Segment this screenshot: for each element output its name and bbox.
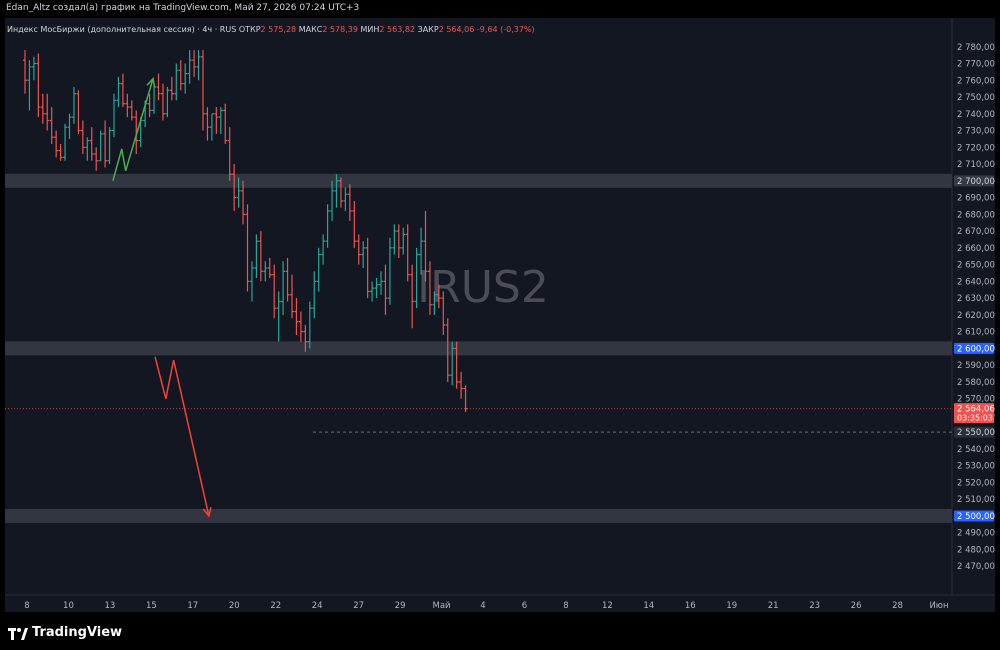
- y-tick-label: 2 610,00: [957, 328, 995, 338]
- y-tick-label: 2 470,00: [957, 562, 995, 572]
- legend-part: -9,64 (-0,37%): [477, 25, 535, 34]
- attribution-bar: Edan_Altz создал(а) график на TradingVie…: [0, 0, 1000, 18]
- x-tick-label: 20: [229, 601, 240, 611]
- legend-part: ЗАКР: [418, 25, 439, 34]
- legend-part: 2 578,39: [322, 25, 360, 34]
- y-tick-label: 2 680,00: [957, 210, 995, 220]
- x-tick-label: Май: [433, 601, 451, 611]
- legend-part: Индекс МосБиржи (дополнительная сессия) …: [7, 25, 239, 34]
- x-tick-label: 29: [395, 601, 406, 611]
- x-tick-label: 12: [602, 601, 613, 611]
- tradingview-logo[interactable]: TradingView: [8, 625, 122, 640]
- zone-resistance: [5, 173, 952, 188]
- y-tick-label: 2 510,00: [957, 495, 995, 505]
- y-tick-label: 2 770,00: [957, 60, 995, 70]
- y-tick-label: 2 750,00: [957, 93, 995, 103]
- x-tick-label: 26: [851, 601, 862, 611]
- price-label-zone: 2 700,00: [954, 175, 995, 187]
- price-label-blue: 2 500,00: [954, 510, 995, 522]
- y-tick-label: 2 740,00: [957, 110, 995, 120]
- x-tick-label: 8: [563, 601, 568, 611]
- y-tick-label: 2 640,00: [957, 277, 995, 287]
- x-tick-label: 8: [24, 601, 29, 611]
- footer-bar: [0, 612, 1000, 650]
- y-tick-label: 2 690,00: [957, 194, 995, 204]
- x-tick-label: 17: [187, 601, 198, 611]
- x-tick-label: 16: [685, 601, 696, 611]
- y-tick-label: 2 720,00: [957, 143, 995, 153]
- legend-part: МАКС: [299, 25, 323, 34]
- y-tick-label: 2 590,00: [957, 361, 995, 371]
- x-tick-label: 15: [146, 601, 157, 611]
- watermark: IRUS2: [417, 262, 549, 313]
- y-tick-label: 2 780,00: [957, 43, 995, 53]
- price-chart[interactable]: IRUS2 2 470,00 2 480,00 2 490,00 2 500,00 2 5…: [5, 18, 995, 612]
- x-tick-label: 10: [63, 601, 74, 611]
- x-tick-label: 6: [522, 601, 527, 611]
- legend-part: ОТКР: [239, 25, 261, 34]
- zone-support: [5, 341, 952, 356]
- y-tick-label: 2 520,00: [957, 478, 995, 488]
- x-tick-label: 28: [892, 601, 903, 611]
- price-label-last: 2 564,0603:35:03: [954, 403, 995, 424]
- x-tick-label: 21: [768, 601, 779, 611]
- price-label-text: 2 550,00: [957, 428, 995, 438]
- y-tick-label: 2 490,00: [957, 529, 995, 539]
- x-tick-label: 22: [270, 601, 281, 611]
- x-tick-label: 14: [643, 601, 654, 611]
- y-tick-label: 2 710,00: [957, 160, 995, 170]
- y-tick-label: 2 670,00: [957, 227, 995, 237]
- x-tick-label: 4: [480, 601, 485, 611]
- x-tick-label: 27: [353, 601, 364, 611]
- tradingview-wordmark: TradingView: [32, 625, 123, 640]
- price-label-text: 2 500,00: [957, 512, 995, 522]
- y-tick-label: 2 650,00: [957, 261, 995, 271]
- x-tick-label: 13: [104, 601, 115, 611]
- legend-part: 2 564,06: [439, 25, 477, 34]
- price-label-dash: 2 550,00: [954, 426, 995, 438]
- price-label-text: 2 600,00: [957, 344, 995, 354]
- price-label-text: 2 700,00: [957, 177, 995, 187]
- legend-part: 2 563,82: [379, 25, 417, 34]
- y-tick-label: 2 620,00: [957, 311, 995, 321]
- y-tick-label: 2 630,00: [957, 294, 995, 304]
- attribution-text: Edan_Altz создал(а) график на TradingVie…: [6, 3, 360, 13]
- legend-part: МИН: [361, 25, 380, 34]
- price-label-countdown: 03:35:03: [957, 414, 993, 423]
- legend-part: 2 575,28: [261, 25, 299, 34]
- y-tick-label: 2 730,00: [957, 127, 995, 137]
- price-label-blue: 2 600,00: [954, 342, 995, 354]
- y-tick-label: 2 580,00: [957, 378, 995, 388]
- y-tick-label: 2 480,00: [957, 545, 995, 555]
- legend: Индекс МосБиржи (дополнительная сессия) …: [7, 25, 535, 34]
- y-tick-label: 2 760,00: [957, 76, 995, 86]
- y-tick-label: 2 530,00: [957, 462, 995, 472]
- x-tick-label: 23: [809, 601, 820, 611]
- x-tick-label: Июн: [929, 601, 948, 611]
- y-tick-label: 2 660,00: [957, 244, 995, 254]
- x-tick-label: 24: [312, 601, 323, 611]
- x-tick-label: 19: [726, 601, 737, 611]
- tradingview-logo-icon: [8, 627, 28, 640]
- y-tick-label: 2 540,00: [957, 445, 995, 455]
- zone-target: [5, 508, 952, 523]
